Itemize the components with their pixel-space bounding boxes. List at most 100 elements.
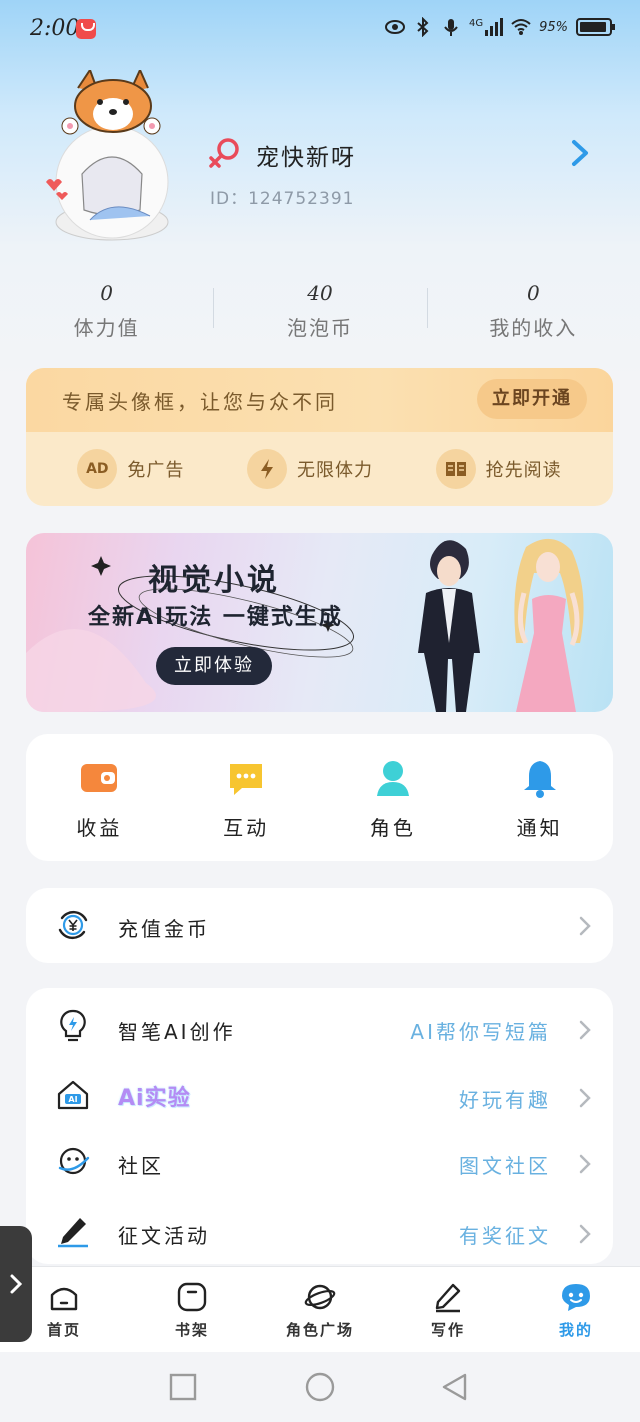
back-triangle-icon[interactable] — [440, 1372, 470, 1402]
ai-lab-label: Ai实验 — [118, 1086, 191, 1111]
stat-label: 体力值 — [73, 316, 140, 340]
nav-write[interactable]: 写作 — [384, 1267, 512, 1352]
banner-subtitle: 全新AI玩法 一键式生成 — [88, 605, 343, 630]
vip-feature-no-ads: AD 免广告 — [77, 449, 184, 489]
quick-action-label: 互动 — [223, 816, 270, 840]
nav-bookshelf[interactable]: 书架 — [128, 1267, 256, 1352]
nav-label: 角色广场 — [285, 1321, 354, 1339]
shopping-bag-icon — [76, 19, 96, 39]
menu-item-community[interactable]: 社区 图文社区 — [26, 1128, 613, 1196]
home-circle-icon[interactable] — [305, 1372, 335, 1402]
recharge-coins-row[interactable]: 充值金币 — [26, 888, 613, 963]
quick-action-earnings[interactable]: 收益 — [26, 734, 173, 861]
lightning-icon — [246, 449, 287, 489]
signal-icon: 4G — [468, 18, 504, 36]
feature-label: 无限体力 — [296, 460, 373, 481]
chevron-right-icon — [10, 1274, 23, 1294]
status-time: 2:00 — [30, 16, 80, 41]
menu-item-label: 智笔AI创作 — [118, 1020, 236, 1044]
nav-label: 书架 — [174, 1321, 209, 1339]
person-icon — [376, 761, 409, 796]
vip-feature-early-access: 抢先阅读 — [435, 449, 562, 489]
menu-item-label: 社区 — [118, 1154, 164, 1178]
banner-title: 视觉小说 — [148, 563, 280, 598]
wallet-icon — [81, 764, 118, 792]
planet-icon — [58, 1147, 90, 1175]
visual-novel-banner[interactable]: 视觉小说 全新AI玩法 一键式生成 立即体验 — [26, 533, 613, 712]
feature-label: 抢先阅读 — [485, 460, 562, 481]
menu-item-writing-contest[interactable]: 征文活动 有奖征文 — [26, 1196, 613, 1264]
system-navigation-bar — [0, 1352, 640, 1422]
menu-item-label: 征文活动 — [118, 1224, 210, 1248]
quick-action-label: 角色 — [369, 816, 416, 840]
lightbulb-icon — [60, 1009, 86, 1042]
write-icon — [435, 1283, 461, 1313]
recharge-label: 充值金币 — [118, 917, 210, 941]
anime-couple-illustration — [418, 538, 584, 712]
menu-item-value: 图文社区 — [459, 1154, 551, 1178]
menu-item-ai-lab[interactable]: AI Ai实验 好玩有趣 — [26, 1060, 613, 1128]
quick-action-label: 通知 — [516, 816, 563, 840]
user-id: ID：124752391 — [210, 189, 355, 209]
female-gender-icon — [209, 138, 239, 168]
nav-label: 我的 — [558, 1321, 593, 1339]
quick-action-characters[interactable]: 角色 — [320, 734, 467, 861]
stats-row: 0 体力值 40 泡泡币 0 我的收入 — [0, 278, 640, 348]
menu-item-ai-writing[interactable]: 智笔AI创作 AI帮你写短篇 — [26, 992, 613, 1060]
wifi-icon — [511, 19, 531, 35]
menu-item-value: 好玩有趣 — [459, 1088, 551, 1112]
planet-icon — [304, 1284, 336, 1310]
eye-icon — [384, 20, 405, 34]
quick-actions: 收益 互动 角色 通知 — [26, 734, 613, 861]
quick-action-label: 收益 — [76, 816, 123, 840]
side-expand-tab[interactable] — [0, 1226, 32, 1342]
stat-value: 40 — [307, 281, 333, 305]
nav-mine[interactable]: 我的 — [512, 1267, 640, 1352]
stat-label: 我的收入 — [489, 316, 578, 340]
battery-icon — [576, 18, 615, 36]
vip-slogan: 专属头像框，让您与众不同 — [62, 390, 338, 414]
bookshelf-icon — [177, 1282, 207, 1312]
chevron-right-icon — [579, 916, 591, 936]
feature-menu: 智笔AI创作 AI帮你写短篇 AI Ai实验 好玩有趣 社区 图文社区 征文活动… — [26, 988, 613, 1264]
avatar[interactable] — [42, 70, 182, 246]
status-icons: 4G 95% — [384, 17, 615, 37]
banner-try-button[interactable]: 立即体验 — [156, 647, 272, 685]
battery-percent: 95% — [539, 19, 568, 35]
book-icon — [435, 449, 476, 489]
bell-icon — [523, 761, 556, 798]
stat-value: 0 — [526, 281, 540, 305]
menu-item-value: 有奖征文 — [459, 1224, 551, 1248]
vip-card: 专属头像框，让您与众不同 立即开通 AD 免广告 无限体力 抢先阅读 — [26, 368, 613, 506]
bottom-navigation: 首页 书架 角色广场 写作 我的 — [0, 1266, 640, 1352]
chevron-right-icon — [579, 1154, 591, 1174]
chat-icon — [230, 764, 263, 795]
feature-label: 免广告 — [127, 460, 185, 481]
ad-free-icon: AD — [77, 449, 118, 489]
profile-chevron-icon[interactable] — [564, 136, 594, 170]
stat-label: 泡泡币 — [286, 316, 353, 340]
stat-bubble-coins[interactable]: 40 泡泡币 — [213, 278, 426, 348]
quick-action-interaction[interactable]: 互动 — [173, 734, 320, 861]
network-type: 4G — [468, 18, 484, 29]
profile-chat-icon — [562, 1284, 590, 1311]
bluetooth-icon — [417, 17, 429, 37]
nav-character-plaza[interactable]: 角色广场 — [256, 1267, 384, 1352]
menu-item-value: AI帮你写短篇 — [410, 1020, 551, 1044]
quick-action-notifications[interactable]: 通知 — [466, 734, 613, 861]
chevron-right-icon — [579, 1224, 591, 1244]
recent-apps-icon[interactable] — [168, 1372, 198, 1402]
home-icon — [50, 1287, 78, 1311]
pen-icon — [58, 1218, 88, 1248]
stat-income[interactable]: 0 我的收入 — [426, 278, 640, 348]
chevron-right-icon — [579, 1020, 591, 1040]
vip-activate-button[interactable]: 立即开通 — [477, 379, 587, 419]
nav-label: 写作 — [430, 1321, 465, 1339]
vip-feature-unlimited-stamina: 无限体力 — [246, 449, 373, 489]
stat-value: 0 — [100, 281, 114, 305]
chevron-right-icon — [579, 1088, 591, 1108]
ai-home-icon: AI — [57, 1080, 89, 1110]
microphone-icon — [444, 19, 458, 36]
svg-text:AI: AI — [68, 1095, 77, 1104]
stat-stamina[interactable]: 0 体力值 — [0, 278, 213, 348]
